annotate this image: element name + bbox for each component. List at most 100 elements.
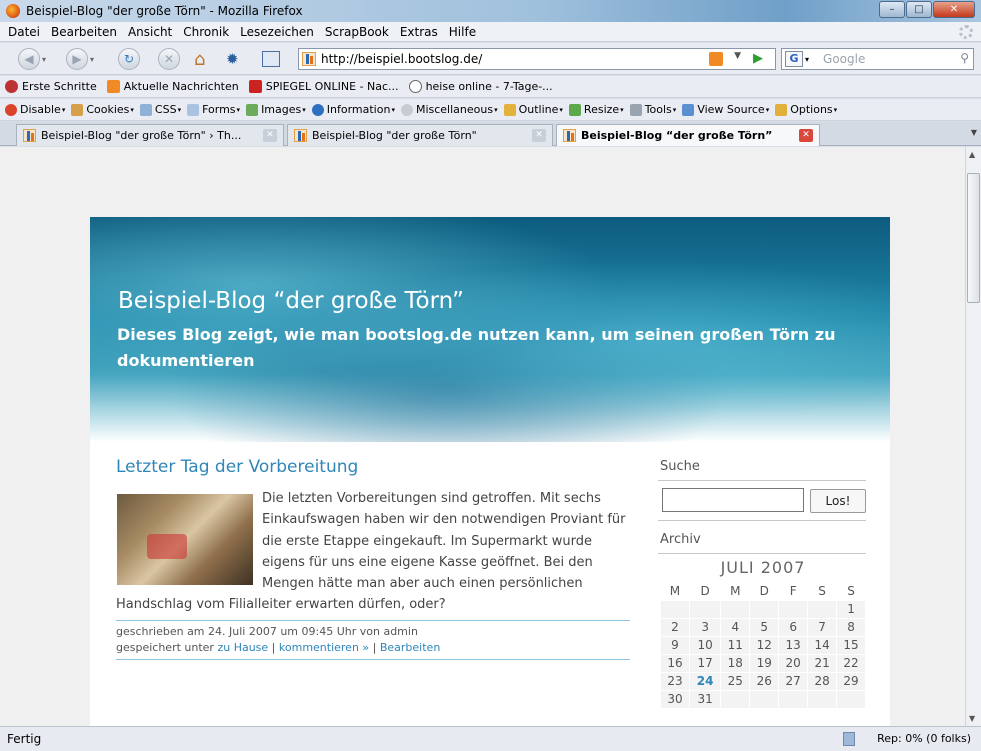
dev-resize[interactable]: Resize ▾ (568, 103, 624, 116)
tab-close-icon[interactable]: ✕ (532, 129, 546, 142)
menu-chronik[interactable]: Chronik (183, 25, 229, 39)
bookmark-heise[interactable]: heise online - 7-Tage-... (408, 80, 553, 93)
heise-icon (408, 80, 422, 93)
tab-list-dropdown-icon[interactable]: ▼ (971, 128, 977, 137)
calendar-week-row: 2345678 (660, 617, 866, 637)
menu-lesezeichen[interactable]: Lesezeichen (240, 25, 314, 39)
search-submit-button[interactable]: Los! (810, 489, 866, 513)
dev-disable[interactable]: Disable ▾ (5, 103, 65, 116)
bookmark-aktuelle-nachrichten[interactable]: Aktuelle Nachrichten (106, 80, 239, 93)
menu-scrapbook[interactable]: ScrapBook (325, 25, 389, 39)
menu-extras[interactable]: Extras (400, 25, 438, 39)
archive-calendar: MDMDFSS 1 2 3 4 5 6 7 8 9 10 11 12 13 14 15 16 17 18 19 20 2… (660, 583, 866, 709)
forward-button[interactable]: ▶ ▾ (66, 48, 94, 70)
screenshot-button[interactable] (262, 49, 280, 69)
engine-dropdown-icon[interactable]: ▾ (805, 55, 809, 64)
dev-information[interactable]: Information ▾ (311, 103, 395, 116)
tab-bar: Beispiel-Blog "der große Törn" › Th... ✕… (0, 122, 981, 146)
sidebar-search-input[interactable] (662, 488, 804, 512)
tab-close-icon[interactable]: ✕ (799, 129, 813, 142)
home-button[interactable]: ⌂ (194, 49, 205, 70)
tab-label: Beispiel-Blog "der große Törn" › Th... (41, 129, 242, 142)
search-magnifier-icon[interactable]: ⚲ (960, 51, 969, 65)
site-favicon-icon (563, 129, 576, 142)
bookmark-label: Erste Schritte (22, 80, 97, 93)
calendar-day: 25 (720, 671, 751, 691)
menu-hilfe[interactable]: Hilfe (449, 25, 476, 39)
tab-label: Beispiel-Blog "der große Törn" (312, 129, 477, 142)
search-section-divider (658, 520, 866, 521)
dev-miscellaneous[interactable]: Miscellaneous ▾ (400, 103, 498, 116)
dev-outline[interactable]: Outline ▾ (503, 103, 563, 116)
calendar-day: 13 (778, 635, 809, 655)
dev-label: Outline (518, 103, 559, 116)
search-heading-divider (658, 480, 866, 481)
close-window-button[interactable]: ✕ (933, 1, 975, 18)
tab-2[interactable]: Beispiel-Blog "der große Törn" ✕ (287, 124, 553, 146)
stop-button[interactable]: ✕ (158, 48, 180, 70)
view-source-icon (682, 103, 695, 116)
search-bar[interactable]: G ▾ Google ⚲ (781, 48, 974, 70)
calendar-day: 5 (749, 617, 780, 637)
menu-bearbeiten[interactable]: Bearbeiten (51, 25, 117, 39)
calendar-day: 1 (836, 599, 866, 619)
scroll-down-icon[interactable]: ▼ (969, 714, 975, 723)
dev-css[interactable]: CSS ▾ (139, 103, 181, 116)
stop-icon: ✕ (158, 48, 180, 70)
calendar-week-row: 16 17 18 19 20 21 22 (660, 653, 866, 673)
dev-label: Images (261, 103, 302, 116)
dev-tools[interactable]: Tools ▾ (629, 103, 676, 116)
dev-cookies[interactable]: Cookies ▾ (71, 103, 134, 116)
post-title[interactable]: Letzter Tag der Vorbereitung (116, 457, 358, 477)
calendar-day-link[interactable]: 24 (688, 671, 722, 691)
url-history-dropdown-icon[interactable]: ▼ (734, 51, 741, 61)
reputation-status[interactable]: Rep: 0% (0 folks) (877, 732, 971, 745)
calendar-day: 28 (807, 671, 838, 691)
reload-icon: ↻ (118, 48, 140, 70)
forms-icon (187, 103, 200, 116)
bookmark-label: SPIEGEL ONLINE - Nac... (265, 80, 399, 93)
scroll-up-icon[interactable]: ▲ (969, 150, 975, 159)
comment-link[interactable]: kommentieren » (279, 641, 369, 654)
reload-button[interactable]: ↻ (118, 48, 140, 70)
rss-feed-icon[interactable] (709, 52, 723, 66)
calendar-body: 1 2 3 4 5 6 7 8 9 10 11 12 13 14 15 16 17 18 19 20 21 22 23 24 2… (660, 599, 866, 709)
calendar-week-row: 1 (660, 599, 866, 619)
rss-feed-icon (106, 80, 120, 93)
tab-3-active[interactable]: Beispiel-Blog “der große Törn” ✕ (556, 124, 820, 146)
reputation-icon[interactable] (843, 732, 855, 746)
google-engine-icon[interactable]: G (785, 51, 803, 67)
dev-view-source[interactable]: View Source ▾ (682, 103, 769, 116)
dev-options[interactable]: Options ▾ (775, 103, 837, 116)
tab-close-icon[interactable]: ✕ (263, 129, 277, 142)
post-meta-divider-bottom (116, 659, 630, 660)
category-link[interactable]: zu Hause (217, 641, 268, 654)
minimize-button[interactable]: – (879, 1, 905, 18)
calendar-day: 15 (836, 635, 866, 655)
go-arrow-icon[interactable]: ▶ (753, 51, 763, 66)
back-button[interactable]: ◀ ▾ (18, 48, 46, 70)
search-placeholder[interactable]: Google (823, 52, 865, 66)
menu-ansicht[interactable]: Ansicht (128, 25, 172, 39)
url-text[interactable]: http://beispiel.bootslog.de/ (321, 52, 482, 66)
calendar-weekday: D (689, 583, 721, 600)
scrollbar-thumb[interactable] (967, 173, 980, 303)
bookmark-spiegel[interactable]: SPIEGEL ONLINE - Nac... (248, 80, 399, 93)
tab-1[interactable]: Beispiel-Blog "der große Törn" › Th... ✕ (16, 124, 284, 146)
url-bar[interactable]: http://beispiel.bootslog.de/ ▼ ▶ (298, 48, 776, 70)
spiegel-icon (248, 80, 262, 93)
bookmark-erste-schritte[interactable]: Erste Schritte (5, 80, 97, 93)
dev-images[interactable]: Images ▾ (246, 103, 306, 116)
calendar-day: 8 (836, 617, 866, 637)
archive-heading-divider (658, 553, 866, 554)
firefox-icon (6, 4, 20, 18)
archive-heading: Archiv (660, 532, 701, 547)
calendar-empty-cell (836, 689, 866, 709)
blog-title[interactable]: Beispiel-Blog “der große Törn” (118, 288, 464, 314)
dev-forms[interactable]: Forms ▾ (187, 103, 240, 116)
vertical-scrollbar[interactable]: ▲ ▼ (965, 147, 981, 726)
extension-button[interactable]: ✹ (226, 49, 239, 69)
edit-link[interactable]: Bearbeiten (380, 641, 440, 654)
menu-datei[interactable]: Datei (8, 25, 40, 39)
maximize-button[interactable]: □ (906, 1, 932, 18)
